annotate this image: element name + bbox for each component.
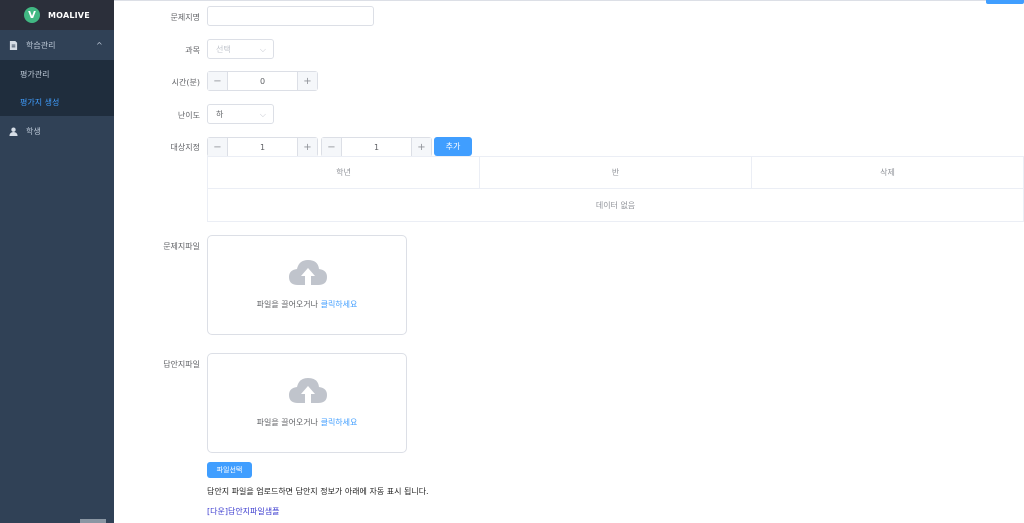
class-value[interactable]: 1 <box>342 138 411 156</box>
main-content: 문제지명 과목 선택 ⌵ 시간(분) − 0 + 난이도 하 ⌵ 대상지정 − … <box>114 0 1024 523</box>
question-file-dropzone[interactable]: 파일을 끌어오거나 클릭하세요 <box>207 235 407 335</box>
menu-group-learning[interactable]: 학습관리 ^ <box>0 30 114 60</box>
add-target-button[interactable]: 추가 <box>434 137 472 156</box>
sidebar: V MOALIVE 학습관리 ^ 평가관리 평가지 생성 학생 <box>0 0 114 523</box>
title-input[interactable] <box>207 6 374 26</box>
question-file-hint-text: 파일을 끌어오거나 <box>256 300 319 309</box>
menu-group-learning-label: 학습관리 <box>26 40 56 50</box>
difficulty-label: 난이도 <box>177 111 200 120</box>
question-file-label: 문제지파일 <box>163 242 200 251</box>
grade-value[interactable]: 1 <box>228 138 297 156</box>
difficulty-value: 하 <box>216 109 224 119</box>
chevron-down-icon: ⌵ <box>259 45 266 54</box>
sidebar-item-label: 평가지 생성 <box>20 97 60 107</box>
table-header-class: 반 <box>480 157 752 188</box>
grade-stepper[interactable]: − 1 + <box>207 137 318 157</box>
table-empty-text: 데이터 없음 <box>595 200 636 210</box>
grade-increase-button[interactable]: + <box>297 138 317 156</box>
answer-file-dropzone[interactable]: 파일을 끌어오거나 클릭하세요 <box>207 353 407 453</box>
chevron-up-icon: ^ <box>96 40 103 50</box>
sample-download-link[interactable]: [다운]답안지파일샘플 <box>207 506 279 517</box>
class-stepper[interactable]: − 1 + <box>321 137 432 157</box>
document-icon <box>9 40 18 50</box>
top-right-button[interactable] <box>986 0 1024 4</box>
time-increase-button[interactable]: + <box>297 72 317 90</box>
file-select-button[interactable]: 파일선택 <box>207 462 252 478</box>
table-header-delete: 삭제 <box>880 168 895 177</box>
logo-bar[interactable]: V MOALIVE <box>0 0 114 30</box>
scrollbar[interactable] <box>80 519 106 523</box>
answer-file-hint: 파일을 끌어오거나 클릭하세요 <box>208 417 406 428</box>
subject-placeholder: 선택 <box>216 44 231 54</box>
user-icon <box>9 127 18 136</box>
cloud-upload-icon <box>289 378 327 403</box>
difficulty-select[interactable]: 하 ⌵ <box>207 104 274 124</box>
grade-decrease-button[interactable]: − <box>208 138 228 156</box>
table-header: 학년 반 삭제 <box>208 157 1023 189</box>
cloud-upload-icon <box>289 260 327 285</box>
chevron-down-icon: ⌵ <box>259 110 266 119</box>
question-file-click-link[interactable]: 클릭하세요 <box>321 300 358 309</box>
sidebar-item-create-exam[interactable]: 평가지 생성 <box>0 88 114 116</box>
time-decrease-button[interactable]: − <box>208 72 228 90</box>
target-table: 학년 반 삭제 데이터 없음 <box>207 156 1024 222</box>
sidebar-item-evaluation[interactable]: 평가관리 <box>0 60 114 88</box>
table-header-grade: 학년 <box>208 157 480 188</box>
brand-name: MOALIVE <box>48 10 90 20</box>
time-value[interactable]: 0 <box>228 72 297 90</box>
menu-group-student-label: 학생 <box>26 126 41 136</box>
answer-file-label: 답안지파일 <box>163 360 200 369</box>
subject-label: 과목 <box>185 46 200 55</box>
title-label: 문제지명 <box>170 13 200 22</box>
subject-select[interactable]: 선택 ⌵ <box>207 39 274 59</box>
target-label: 대상지정 <box>170 143 200 152</box>
answer-file-hint-text: 파일을 끌어오거나 <box>256 418 319 427</box>
time-label: 시간(분) <box>171 78 200 87</box>
class-decrease-button[interactable]: − <box>322 138 342 156</box>
menu-group-student[interactable]: 학생 <box>0 116 114 146</box>
time-stepper[interactable]: − 0 + <box>207 71 318 91</box>
top-divider <box>114 0 1024 1</box>
class-increase-button[interactable]: + <box>411 138 431 156</box>
sidebar-item-label: 평가관리 <box>20 69 50 79</box>
logo-icon: V <box>24 7 40 23</box>
answer-file-click-link[interactable]: 클릭하세요 <box>321 418 358 427</box>
answer-info-note: 답안지 파일을 업로드하면 답안지 정보가 아래에 자동 표시 됩니다. <box>207 487 429 496</box>
question-file-hint: 파일을 끌어오거나 클릭하세요 <box>208 299 406 310</box>
